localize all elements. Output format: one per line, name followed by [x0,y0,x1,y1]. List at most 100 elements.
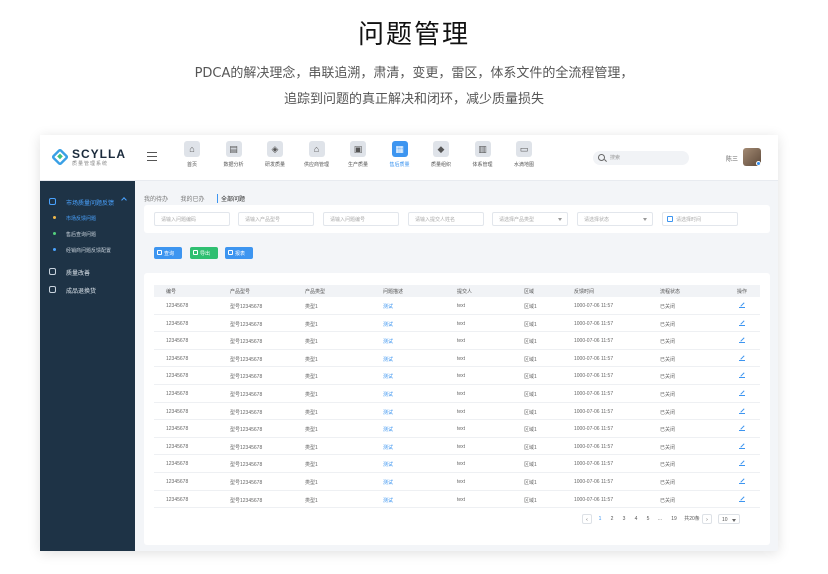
nav-item-6[interactable]: ◆ 质量组织 [419,141,463,175]
table-row[interactable]: 12345678 型号12345678 类型1 测试 text 区域1 1000-07-06… [154,315,760,333]
page-1[interactable]: 1 [596,514,604,524]
column-header: 操作 [737,289,748,295]
issue-code-field[interactable]: 请输入问题编码 [154,212,230,226]
search-box[interactable]: 搜索 [593,151,689,165]
export-button[interactable]: 导出 [190,247,218,259]
status-select[interactable]: 请选择状态 [577,212,653,226]
issue-description-link[interactable]: 测试 [383,321,393,328]
query-button[interactable]: 查询 [154,247,182,259]
table-row[interactable]: 12345678 型号12345678 类型1 测试 text 区域1 1000-07-06… [154,438,760,456]
table-cell: 已关闭 [660,321,676,328]
edit-icon[interactable] [739,302,745,308]
export-button-label: 导出 [200,251,211,257]
nav-item-label: 首页 [186,162,197,168]
umbrella-icon [49,268,56,275]
table-row[interactable]: 12345678 型号12345678 类型1 测试 text 区域1 1000-07-06… [154,420,760,438]
chevron-up-icon[interactable] [121,197,127,203]
next-page-button[interactable]: › [702,514,712,524]
table-row[interactable]: 12345678 型号12345678 类型1 测试 text 区域1 1000-07-06… [154,455,760,473]
date-picker[interactable]: 请选择时间 [662,212,738,226]
subtitle-line-1: PDCA的解决理念，串联追溯，肃清，变更，雷区，体系文件的全流程管理， [194,66,634,81]
prev-page-button[interactable]: ‹ [582,514,592,524]
issue-description-link[interactable]: 测试 [383,391,393,398]
issue-description-link[interactable]: 测试 [383,303,393,310]
page-size-select[interactable]: 10 [718,514,740,524]
column-header: 编号 [166,289,177,295]
issue-description-link[interactable]: 测试 [383,426,393,433]
edit-icon[interactable] [739,425,745,432]
sidebar-item-market-feedback[interactable]: 市场反馈问题 [40,211,135,225]
nav-item-4[interactable]: ▣ 生产质量 [336,141,380,175]
page-2[interactable]: 2 [608,514,616,524]
user-name[interactable]: 陈三 [726,154,738,163]
submitter-name-field[interactable]: 请输入提交人姓名 [408,212,484,226]
edit-icon[interactable] [739,355,745,361]
table-cell: 类型1 [305,304,318,310]
tab-my-done[interactable]: 我的已办 [180,194,204,203]
nav-item-label: 研发质量 [264,162,285,168]
issue-table-card: 编号 产品型号 产品类型 问题描述 提交人 区域 反馈时间 流程状态 操作 12345678 型号1… [144,273,770,545]
nav-item-7[interactable]: ▥ 体系管理 [461,141,505,175]
sidebar-group-returns[interactable]: 成品退换货 [40,281,135,299]
nav-item-5[interactable]: ▦ 售后质量 [378,141,422,175]
issue-description-link[interactable]: 测试 [383,461,393,468]
edit-icon[interactable] [739,372,745,379]
edit-icon[interactable] [739,337,745,344]
edit-icon[interactable] [739,443,745,449]
product-model-field[interactable]: 请输入产品型号 [238,212,314,226]
table-row[interactable]: 12345678 型号12345678 类型1 测试 text 区域1 1000-07-06… [154,385,760,403]
product-type-select[interactable]: 请选择产品类型 [492,212,568,226]
total-count: 共20条 [684,516,700,522]
table-row[interactable]: 12345678 型号12345678 类型1 测试 text 区域1 1000-07-06… [154,350,760,368]
table-cell: 类型1 [305,374,318,381]
tab-my-todo[interactable]: 我的待办 [144,194,168,203]
edit-icon[interactable] [739,460,745,467]
table-row[interactable]: 12345678 型号12345678 类型1 测试 text 区域1 1000-07-06… [154,332,760,350]
nav-item-1[interactable]: ▤ 数据分析 [212,141,256,175]
table-row[interactable]: 12345678 型号12345678 类型1 测试 text 区域1 1000-07-06… [154,491,760,509]
issue-description-link[interactable]: 测试 [383,356,393,363]
table-cell: 12345678 [166,443,189,450]
menu-toggle-icon[interactable] [147,152,157,161]
issue-description-link[interactable]: 测试 [383,497,393,504]
nav-item-0[interactable]: ⌂ 首页 [170,141,214,175]
search-input[interactable]: 搜索 [610,154,620,161]
nav-item-3[interactable]: ⌂ 供应商管理 [295,141,339,175]
table-row[interactable]: 12345678 型号12345678 类型1 测试 text 区域1 1000-07-06… [154,297,760,315]
sidebar-group-market-feedback[interactable]: 市场质量问题反馈 [40,193,135,211]
edit-icon[interactable] [739,390,745,396]
issue-description-link[interactable]: 测试 [383,409,393,416]
sidebar-item-dealer-config[interactable]: 经销商问题反馈配置 [40,243,135,257]
table-cell: 类型1 [305,479,318,486]
table-cell: 型号12345678 [230,304,263,310]
tab-all-issues[interactable]: 全部问题 [216,194,245,203]
edit-icon[interactable] [739,408,745,414]
issue-number-field[interactable]: 请输入问题编号 [323,212,399,226]
sidebar-group-quality-improvement[interactable]: 质量改善 [40,263,135,281]
sidebar-item-aftersales-query[interactable]: 售后查询问题 [40,227,135,241]
table-cell: 12345678 [166,320,189,327]
nav-item-8[interactable]: ▭ 水滴地图 [502,141,546,175]
nav-item-label: 供应商管理 [303,162,329,168]
table-row[interactable]: 12345678 型号12345678 类型1 测试 text 区域1 1000-07-06… [154,367,760,385]
report-button[interactable]: 报表 [225,247,253,259]
issue-description-link[interactable]: 测试 [383,444,393,451]
table-row[interactable]: 12345678 型号12345678 类型1 测试 text 区域1 1000-07-06… [154,473,760,491]
issue-description-link[interactable]: 测试 [383,479,393,486]
page-last[interactable]: 19 [669,514,679,524]
table-cell: 类型1 [305,339,318,346]
logo[interactable]: SCYLLA 质量管理系统 [50,147,132,169]
bullet-icon [53,232,56,235]
issue-description-link[interactable]: 测试 [383,373,393,380]
page-5[interactable]: 5 [644,514,652,524]
page-4[interactable]: 4 [632,514,640,524]
report-icon [228,250,233,255]
edit-icon[interactable] [739,320,745,326]
nav-item-2[interactable]: ◈ 研发质量 [253,141,297,175]
edit-icon[interactable] [739,496,745,502]
column-header: 问题描述 [383,289,404,295]
page-3[interactable]: 3 [620,514,628,524]
issue-description-link[interactable]: 测试 [383,338,393,345]
table-row[interactable]: 12345678 型号12345678 类型1 测试 text 区域1 1000-07-06… [154,403,760,421]
edit-icon[interactable] [739,478,745,484]
